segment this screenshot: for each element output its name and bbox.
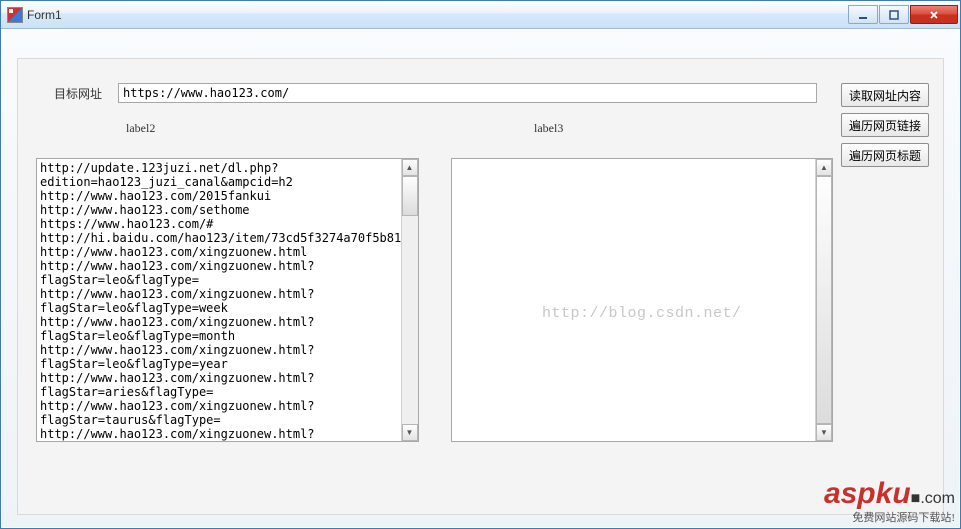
label3-placeholder: label3 — [534, 121, 563, 136]
target-url-label: 目标网址 — [54, 85, 118, 102]
close-button[interactable] — [910, 5, 958, 24]
scroll-thumb[interactable] — [402, 176, 418, 216]
window-title: Form1 — [27, 8, 847, 22]
label2-placeholder: label2 — [126, 121, 534, 136]
application-window: Form1 目标网址 label2 label3 — [0, 0, 961, 529]
scroll-down-icon[interactable]: ▼ — [402, 424, 418, 441]
results-area: ▲ ▼ ▲ ▼ — [36, 158, 833, 442]
links-output-wrap: ▲ ▼ — [36, 158, 419, 442]
titles-output[interactable] — [452, 159, 816, 441]
app-icon — [7, 7, 23, 23]
minimize-button[interactable] — [848, 5, 878, 24]
placeholder-row: label2 label3 — [126, 121, 825, 136]
content-panel: 目标网址 label2 label3 读取网址内容 遍历网页链接 遍历网页标题 … — [17, 58, 944, 515]
scroll-thumb[interactable] — [816, 176, 832, 424]
titlebar[interactable]: Form1 — [1, 1, 960, 29]
action-button-group: 读取网址内容 遍历网页链接 遍历网页标题 — [841, 83, 929, 167]
client-area: 目标网址 label2 label3 读取网址内容 遍历网页链接 遍历网页标题 … — [1, 29, 960, 528]
titles-output-wrap: ▲ ▼ — [451, 158, 834, 442]
url-row: 目标网址 — [54, 83, 825, 103]
read-url-button[interactable]: 读取网址内容 — [841, 83, 929, 107]
scroll-track[interactable] — [816, 176, 832, 424]
scrollbar-right[interactable]: ▲ ▼ — [815, 159, 832, 441]
scroll-track[interactable] — [402, 176, 418, 424]
traverse-titles-button[interactable]: 遍历网页标题 — [841, 143, 929, 167]
maximize-button[interactable] — [879, 5, 909, 24]
scrollbar-left[interactable]: ▲ ▼ — [401, 159, 418, 441]
window-controls — [847, 5, 958, 24]
scroll-down-icon[interactable]: ▼ — [816, 424, 832, 441]
target-url-input[interactable] — [118, 83, 817, 103]
links-output[interactable] — [37, 159, 401, 441]
scroll-up-icon[interactable]: ▲ — [402, 159, 418, 176]
traverse-links-button[interactable]: 遍历网页链接 — [841, 113, 929, 137]
scroll-up-icon[interactable]: ▲ — [816, 159, 832, 176]
